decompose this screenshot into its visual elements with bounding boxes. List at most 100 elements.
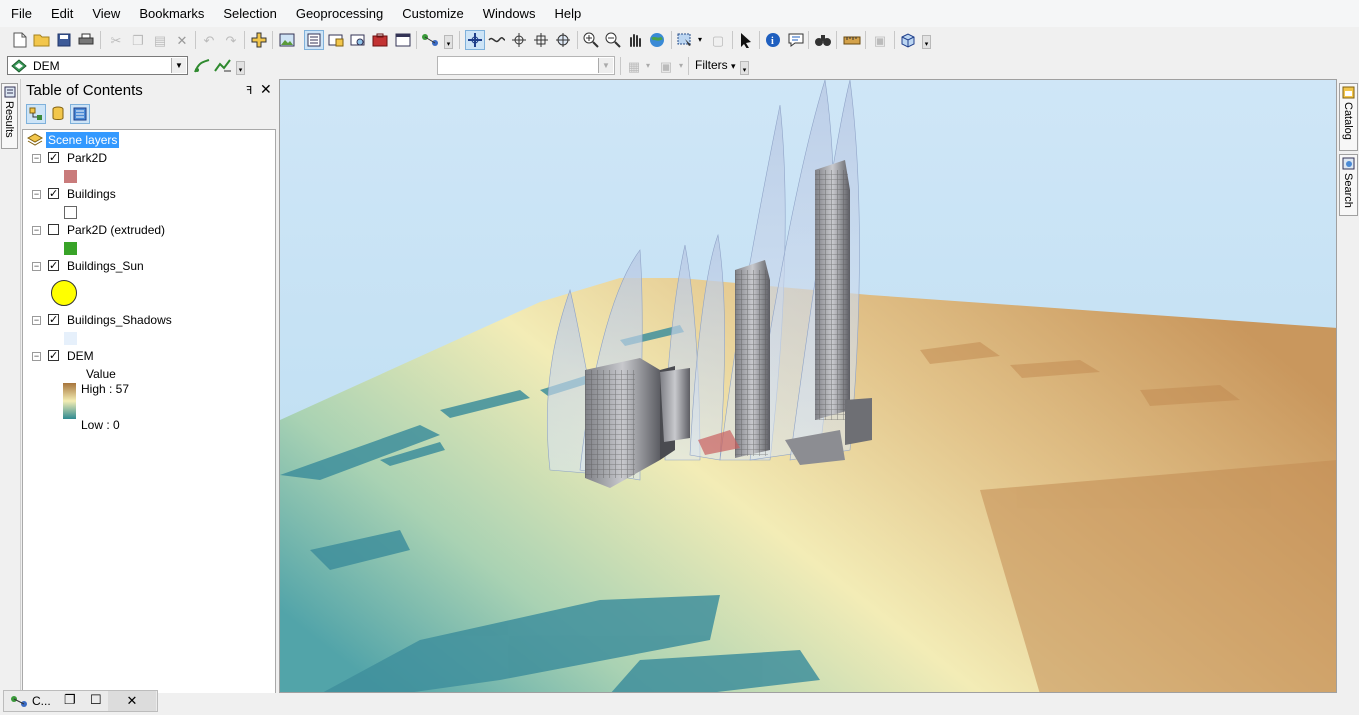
interpolate-line-icon[interactable] <box>213 56 233 76</box>
new-document-icon[interactable] <box>10 30 30 50</box>
restore-icon[interactable]: ❐ <box>64 692 76 708</box>
paste-icon[interactable]: ▤ <box>150 30 170 50</box>
list-by-drawing-order-icon[interactable] <box>26 104 46 124</box>
graphics-icon[interactable]: ▦ <box>624 56 644 76</box>
layer-name[interactable]: Buildings_Sun <box>67 259 144 273</box>
set-observer-icon[interactable] <box>553 30 573 50</box>
layer-visibility-checkbox[interactable]: ✓ <box>48 188 59 200</box>
menu-edit[interactable]: Edit <box>40 0 81 27</box>
toc-window-icon[interactable] <box>304 30 324 50</box>
toolbar-options-grip[interactable]: ▾ <box>444 35 453 49</box>
navigate-icon[interactable] <box>465 30 485 50</box>
park2d-symbol-swatch[interactable] <box>64 170 77 183</box>
dem-color-ramp[interactable] <box>63 383 76 419</box>
full-extent-icon[interactable] <box>647 30 667 50</box>
clear-selection-icon[interactable]: ▢ <box>708 30 728 50</box>
menu-selection[interactable]: Selection <box>212 0 284 27</box>
minimized-window-tab[interactable]: C... ❐ ☐ ✕ <box>3 690 158 712</box>
maximize-icon[interactable]: ☐ <box>90 692 102 708</box>
select-elements-icon[interactable] <box>736 30 756 50</box>
menu-view[interactable]: View <box>81 0 128 27</box>
collapse-expander[interactable]: − <box>32 316 41 325</box>
zoom-in-icon[interactable] <box>581 30 601 50</box>
toolbar-options-grip[interactable]: ▾ <box>740 61 749 75</box>
layer-visibility-checkbox[interactable]: ✓ <box>48 260 59 272</box>
arctoolbox-icon[interactable] <box>370 30 390 50</box>
collapse-expander[interactable]: − <box>32 190 41 199</box>
extent-dropdown-arrow[interactable]: ▾ <box>676 56 686 76</box>
collapse-expander[interactable]: − <box>32 352 41 361</box>
layer-visibility-checkbox[interactable] <box>48 224 59 235</box>
search-window-icon[interactable] <box>348 30 368 50</box>
toolbar-options-grip[interactable]: ▾ <box>922 35 931 49</box>
copy-icon[interactable]: ❐ <box>128 30 148 50</box>
filters-menu[interactable]: Filters ▾ <box>695 58 736 72</box>
layer-name[interactable]: Buildings <box>67 187 116 201</box>
catalog-tab[interactable]: Catalog <box>1339 83 1358 151</box>
zoom-to-target-icon[interactable] <box>531 30 551 50</box>
scene-view[interactable] <box>279 79 1337 693</box>
park2d-extruded-symbol-swatch[interactable] <box>64 242 77 255</box>
measure-icon[interactable] <box>842 30 862 50</box>
select-features-icon[interactable] <box>675 30 695 50</box>
layer-name[interactable]: DEM <box>67 349 94 363</box>
list-by-visibility-icon[interactable] <box>70 104 90 124</box>
pan-icon[interactable] <box>625 30 645 50</box>
layer-visibility-checkbox[interactable]: ✓ <box>48 350 59 362</box>
target-center-icon[interactable] <box>509 30 529 50</box>
graphics-dropdown-arrow[interactable]: ▾ <box>643 56 653 76</box>
target-layer-dropdown[interactable]: ▼ <box>437 56 615 75</box>
3d-scene-canvas[interactable] <box>280 80 1337 693</box>
menu-customize[interactable]: Customize <box>391 0 471 27</box>
add-data-icon[interactable] <box>249 30 269 50</box>
model-builder-icon[interactable] <box>420 30 440 50</box>
menu-bookmarks[interactable]: Bookmarks <box>128 0 212 27</box>
scene-properties-icon[interactable] <box>277 30 297 50</box>
save-icon[interactable] <box>54 30 74 50</box>
html-popup-icon[interactable] <box>786 30 806 50</box>
fly-icon[interactable] <box>487 30 507 50</box>
3d-effects-icon[interactable] <box>898 30 918 50</box>
cut-icon[interactable]: ✂ <box>106 30 126 50</box>
layer-visibility-checkbox[interactable]: ✓ <box>48 152 59 164</box>
sun-symbol-circle[interactable] <box>51 280 77 306</box>
layer-name[interactable]: Park2D <box>67 151 107 165</box>
list-by-source-icon[interactable] <box>48 104 68 124</box>
menu-geoprocessing[interactable]: Geoprocessing <box>285 0 391 27</box>
interactive-line-of-sight-icon[interactable] <box>192 56 212 76</box>
collapse-expander[interactable]: − <box>32 262 41 271</box>
layer-name[interactable]: Park2D (extruded) <box>67 223 165 237</box>
collapse-expander[interactable]: − <box>32 154 41 163</box>
chevron-down-icon[interactable]: ▼ <box>598 58 613 73</box>
buildings-symbol-swatch[interactable] <box>64 206 77 219</box>
print-icon[interactable] <box>76 30 96 50</box>
results-tab[interactable]: Results <box>1 83 18 149</box>
identify-icon[interactable]: i <box>763 30 783 50</box>
layer-dropdown[interactable]: DEM ▼ <box>7 56 188 75</box>
menu-help[interactable]: Help <box>543 0 589 27</box>
menu-file[interactable]: File <box>0 0 40 27</box>
time-slider-icon[interactable]: ▣ <box>870 30 890 50</box>
python-window-icon[interactable] <box>393 30 413 50</box>
search-tab[interactable]: Search <box>1339 154 1358 216</box>
menu-windows[interactable]: Windows <box>472 0 544 27</box>
redo-icon[interactable]: ↷ <box>221 30 241 50</box>
undo-icon[interactable]: ↶ <box>199 30 219 50</box>
scene-layers-group[interactable]: Scene layers <box>23 131 273 149</box>
extent-icon[interactable]: ▣ <box>656 56 676 76</box>
catalog-window-icon[interactable] <box>326 30 346 50</box>
layer-name[interactable]: Buildings_Shadows <box>67 313 172 327</box>
collapse-expander[interactable]: − <box>32 226 41 235</box>
open-folder-icon[interactable] <box>32 30 52 50</box>
delete-icon[interactable]: ✕ <box>172 30 192 50</box>
close-icon[interactable]: ✕ <box>108 691 156 711</box>
close-icon[interactable]: ✕ <box>260 81 272 98</box>
select-dropdown-arrow[interactable]: ▾ <box>694 30 706 50</box>
pin-icon[interactable]: ꟻ <box>246 84 252 97</box>
find-binoculars-icon[interactable] <box>813 30 833 50</box>
chevron-down-icon[interactable]: ▼ <box>171 58 186 73</box>
layer-visibility-checkbox[interactable]: ✓ <box>48 314 59 326</box>
zoom-out-icon[interactable] <box>603 30 623 50</box>
shadows-symbol-swatch[interactable] <box>64 332 77 345</box>
toolbar-options-grip[interactable]: ▾ <box>236 61 245 75</box>
